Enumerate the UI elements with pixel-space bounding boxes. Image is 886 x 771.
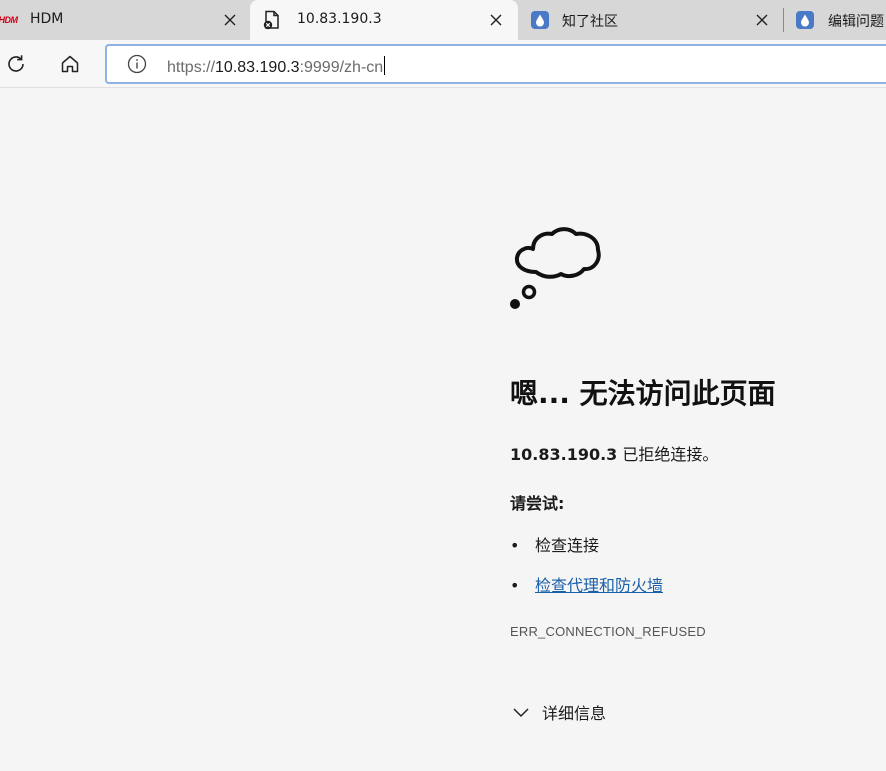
suggestion-check-connection: 检查连接	[535, 536, 600, 555]
url-host: 10.83.190.3	[215, 59, 300, 76]
error-host: 10.83.190.3	[510, 445, 618, 464]
details-toggle-button[interactable]: 详细信息	[512, 699, 606, 725]
url-text[interactable]: https://10.83.190.3:9999/zh-cn	[167, 56, 386, 77]
try-label: 请尝试:	[510, 494, 565, 513]
close-icon[interactable]	[220, 10, 240, 30]
error-code: ERR_CONNECTION_REFUSED	[510, 624, 706, 639]
tab-active-10-83-190-3[interactable]: 10.83.190.3	[250, 0, 518, 40]
tab-title: HDM	[30, 11, 64, 27]
tab-zhiliao[interactable]: 知了社区	[518, 0, 784, 40]
thought-cloud-icon	[506, 222, 606, 318]
check-proxy-firewall-link[interactable]: 检查代理和防火墙	[535, 576, 663, 595]
page-title: 嗯... 无法访问此页面	[510, 377, 776, 410]
chevron-down-icon	[513, 708, 529, 718]
suggestion-item: • 检查代理和防火墙	[510, 572, 663, 596]
tab-separator	[783, 8, 784, 32]
hdm-logo-icon: HDM	[0, 15, 18, 25]
info-icon[interactable]	[127, 54, 147, 74]
text-caret	[384, 56, 386, 75]
url-path: :9999/zh-cn	[299, 59, 384, 76]
tab-hdm[interactable]: HDM HDM	[0, 0, 250, 40]
details-label: 详细信息	[542, 704, 607, 723]
address-bar[interactable]: https://10.83.190.3:9999/zh-cn	[105, 44, 886, 84]
close-icon[interactable]	[752, 10, 772, 30]
error-page: 嗯... 无法访问此页面 10.83.190.3 已拒绝连接。 请尝试: • 检查…	[0, 89, 886, 771]
tab-strip: HDM HDM 10.83.190.3 知了社区 编辑问题	[0, 0, 886, 40]
drop-icon	[795, 10, 815, 30]
error-description: 10.83.190.3 已拒绝连接。	[510, 441, 718, 465]
bullet: •	[510, 536, 520, 555]
tab-title: 10.83.190.3	[297, 11, 382, 27]
error-message: 已拒绝连接。	[617, 445, 719, 464]
reload-icon[interactable]	[2, 50, 30, 78]
tab-edit-question[interactable]: 编辑问题	[785, 0, 886, 40]
bullet: •	[510, 576, 520, 595]
home-icon[interactable]	[56, 50, 84, 78]
tab-title: 知了社区	[562, 14, 618, 30]
url-scheme: https://	[167, 59, 216, 76]
suggestion-item: • 检查连接	[510, 532, 599, 556]
toolbar: https://10.83.190.3:9999/zh-cn	[0, 40, 886, 88]
tab-title: 编辑问题	[828, 14, 884, 30]
drop-icon	[530, 10, 550, 30]
broken-page-icon	[262, 10, 282, 30]
close-icon[interactable]	[486, 10, 506, 30]
